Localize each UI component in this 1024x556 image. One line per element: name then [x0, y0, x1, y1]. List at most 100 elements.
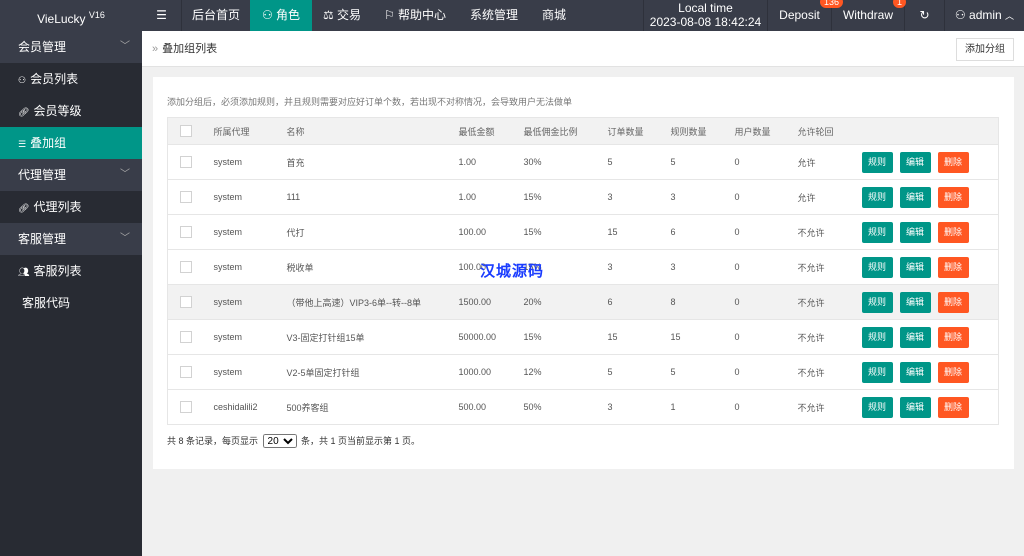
users-icon: 👥︎ [18, 267, 30, 277]
delete-button[interactable]: 删除 [937, 221, 969, 243]
cell-agent: system [213, 354, 287, 390]
delete-button[interactable]: 删除 [937, 151, 969, 173]
user-icon: ⚇ [261, 8, 277, 22]
user-menu[interactable]: ⚇ admin ︿ [945, 0, 1024, 31]
cell-name: V3-固定打针组15单 [286, 319, 459, 355]
cell-min-commission: 15% [523, 319, 608, 355]
sidebar-item[interactable]: 👥︎ 客服列表 [0, 255, 142, 287]
cell-name: 代打 [286, 214, 459, 250]
cell-user-count: 0 [734, 319, 798, 355]
chevron-up-icon: ︿ [1005, 11, 1015, 21]
row-checkbox[interactable] [180, 331, 192, 343]
rules-button[interactable]: 规则 [861, 361, 893, 383]
cell-name: 111 [286, 179, 459, 215]
edit-button[interactable]: 编辑 [899, 256, 931, 278]
sidebar-item[interactable]: 客服代码 [0, 287, 142, 319]
nav-trade[interactable]: ⚖ 交易 [312, 0, 372, 31]
user-icon: ⚇ [18, 75, 27, 85]
cell-min-commission: 20% [523, 284, 608, 320]
page-size-select[interactable]: 20 [262, 434, 297, 448]
table-row: system 111 1.00 15% 3 3 0 允许 规则 编辑 删除 [167, 179, 999, 215]
watermark: 汉城源码 [480, 263, 545, 280]
sidebar-group-label: 代理管理 [18, 168, 67, 182]
cell-allow-loop: 允许 [797, 179, 862, 215]
sidebar-item-label: 会员列表 [30, 72, 79, 86]
cell-name: 税收单 [286, 249, 459, 285]
breadcrumb: » 叠加组列表 添加分组 [142, 31, 1024, 67]
add-group-button[interactable]: 添加分组 [956, 38, 1014, 61]
rules-button[interactable]: 规则 [861, 291, 893, 313]
rules-button[interactable]: 规则 [861, 256, 893, 278]
menu-toggle-icon[interactable]: ☰ [142, 0, 182, 31]
cell-order-count: 5 [607, 144, 671, 180]
select-all-checkbox[interactable] [180, 125, 192, 137]
edit-button[interactable]: 编辑 [899, 151, 931, 173]
refresh-icon[interactable]: ↻ [905, 0, 945, 31]
col-order-count: 订单数量 [607, 117, 671, 145]
sidebar-item[interactable]: 🔗︎ 会员等级 [0, 95, 142, 127]
link-icon: 🔗︎ [18, 107, 30, 117]
cell-min-commission: 15% [523, 179, 608, 215]
rules-button[interactable]: 规则 [861, 326, 893, 348]
delete-button[interactable]: 删除 [937, 326, 969, 348]
cell-rule-count: 1 [670, 389, 735, 425]
nav-shop[interactable]: 商城 [530, 0, 578, 31]
table-row: system 代打 100.00 15% 15 6 0 不允许 规则 编辑 删除 [167, 214, 999, 250]
nav-home[interactable]: 后台首页 [182, 0, 250, 31]
delete-button[interactable]: 删除 [937, 291, 969, 313]
edit-button[interactable]: 编辑 [899, 396, 931, 418]
cell-user-count: 0 [734, 389, 798, 425]
sidebar-item[interactable]: 🔗︎ 代理列表 [0, 191, 142, 223]
row-checkbox[interactable] [180, 296, 192, 308]
sidebar-item[interactable]: ⚇ 会员列表 [0, 63, 142, 95]
rules-button[interactable]: 规则 [861, 186, 893, 208]
row-checkbox[interactable] [180, 261, 192, 273]
sidebar-group[interactable]: 代理管理 ﹀ [0, 159, 142, 191]
cell-allow-loop: 不允许 [797, 354, 862, 390]
sidebar-item[interactable]: ☰ 叠加组 [0, 127, 142, 159]
chevron-down-icon: ﹀ [120, 233, 130, 244]
edit-button[interactable]: 编辑 [899, 186, 931, 208]
cell-name: 首充 [286, 144, 459, 180]
nav-help[interactable]: ⚐ 帮助中心 [372, 0, 458, 31]
sidebar-group[interactable]: 客服管理 ﹀ [0, 223, 142, 255]
rules-button[interactable]: 规则 [861, 396, 893, 418]
edit-button[interactable]: 编辑 [899, 291, 931, 313]
sidebar-group-label: 会员管理 [18, 40, 67, 54]
edit-button[interactable]: 编辑 [899, 326, 931, 348]
col-allow-loop: 允许轮回 [797, 117, 862, 145]
row-checkbox[interactable] [180, 191, 192, 203]
nav-system[interactable]: 系统管理 [458, 0, 530, 31]
cell-min-amount: 100.00 [458, 214, 524, 250]
nav-role[interactable]: ⚇ 角色 [250, 0, 312, 31]
cell-min-commission: 30% [523, 144, 608, 180]
delete-button[interactable]: 删除 [937, 186, 969, 208]
list-icon: ☰ [18, 139, 27, 149]
rules-button[interactable]: 规则 [861, 221, 893, 243]
row-checkbox[interactable] [180, 401, 192, 413]
edit-button[interactable]: 编辑 [899, 361, 931, 383]
cell-min-amount: 50000.00 [458, 319, 524, 355]
sidebar: 会员管理 ﹀ ⚇ 会员列表 🔗︎ 会员等级 ☰ 叠加组 代理管理 ﹀ 🔗︎ 代理列表 客服管理 ﹀ 👥︎ 客服… [0, 31, 142, 556]
top-bar: VieLucky V16 ☰ 后台首页 ⚇ 角色 ⚖ 交易 ⚐ 帮助中心 系统管… [0, 0, 1024, 31]
rules-button[interactable]: 规则 [861, 151, 893, 173]
cell-order-count: 5 [607, 354, 671, 390]
withdraw-link[interactable]: Withdraw 1 [832, 0, 907, 31]
logo: VieLucky V16 [37, 10, 105, 26]
cell-name: 500养客组 [286, 389, 459, 425]
notice-text: 添加分组后，必须添加规则，并且规则需要对应好订单个数，若出现不对称情况，会导致用… [167, 97, 573, 107]
row-checkbox[interactable] [180, 156, 192, 168]
sidebar-item-label: 代理列表 [33, 200, 82, 214]
cell-min-amount: 1.00 [458, 179, 524, 215]
sidebar-group[interactable]: 会员管理 ﹀ [0, 31, 142, 63]
double-chevron-icon: » [152, 43, 159, 55]
row-checkbox[interactable] [180, 226, 192, 238]
deposit-link[interactable]: Deposit 136 [768, 0, 844, 31]
delete-button[interactable]: 删除 [937, 361, 969, 383]
table-row: system 税收单 100.00 15% 3 3 0 不允许 规则 编辑 删除 [167, 249, 999, 285]
edit-button[interactable]: 编辑 [899, 221, 931, 243]
delete-button[interactable]: 删除 [937, 256, 969, 278]
cell-min-amount: 1.00 [458, 144, 524, 180]
row-checkbox[interactable] [180, 366, 192, 378]
delete-button[interactable]: 删除 [937, 396, 969, 418]
